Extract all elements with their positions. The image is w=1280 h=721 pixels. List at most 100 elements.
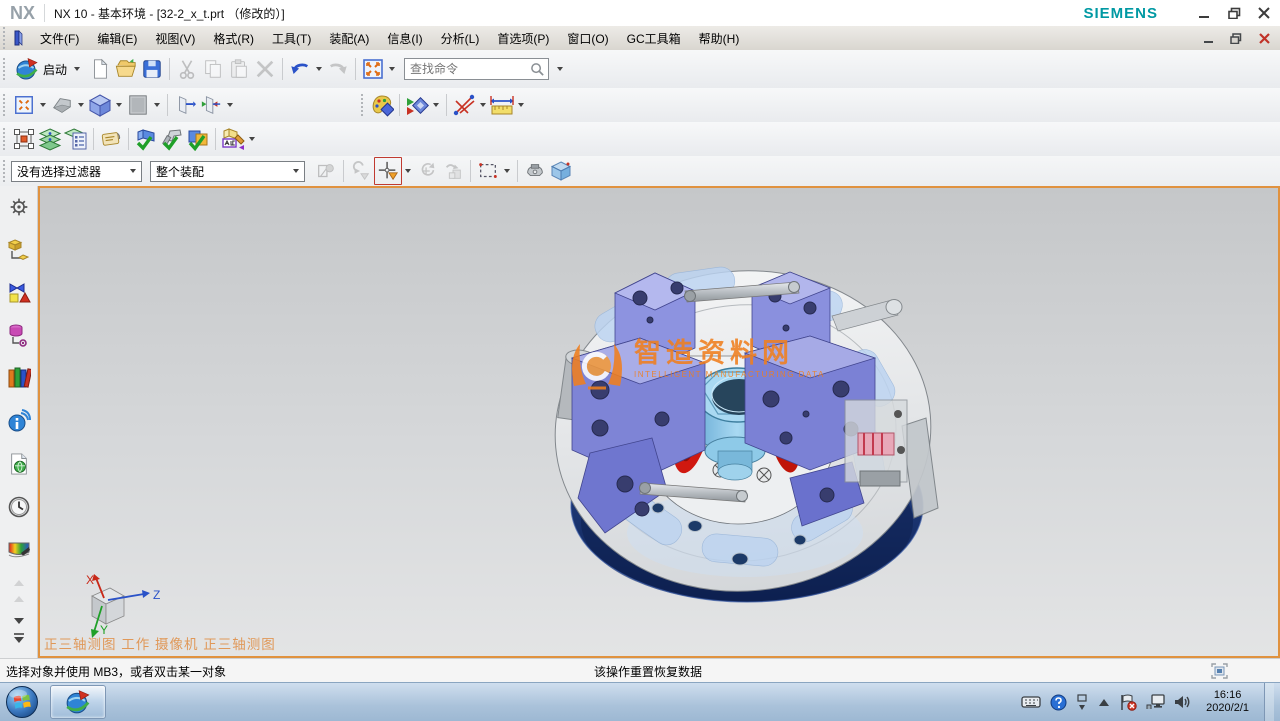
rotate-filter-button[interactable] — [414, 158, 440, 184]
save-button[interactable] — [139, 56, 165, 82]
isometric-view-button[interactable] — [87, 92, 113, 118]
child-restore-button[interactable] — [1228, 31, 1244, 45]
measure-angle-button[interactable] — [451, 92, 477, 118]
annotation-note-button[interactable] — [98, 126, 124, 152]
menu-analysis[interactable]: 分析(L) — [432, 26, 489, 50]
component-chain-button[interactable] — [440, 158, 466, 184]
start-button-orb[interactable] — [4, 684, 40, 720]
role-palette-button[interactable] — [369, 92, 395, 118]
show-desktop-button[interactable] — [1264, 683, 1274, 721]
layer-settings-button[interactable] — [37, 126, 63, 152]
part-navigator-icon[interactable] — [4, 320, 34, 350]
child-close-button[interactable] — [1256, 31, 1272, 45]
menu-view[interactable]: 视图(V) — [146, 26, 204, 50]
restore-button[interactable] — [1226, 6, 1242, 20]
measure-distance-button[interactable] — [489, 92, 515, 118]
toolbar-grip[interactable] — [3, 27, 5, 49]
menu-edit[interactable]: 编辑(E) — [88, 26, 146, 50]
selection-filter-dropdown[interactable]: 没有选择过滤器 — [11, 161, 142, 182]
edit-section-button[interactable] — [198, 92, 224, 118]
menu-preferences[interactable]: 首选项(P) — [488, 26, 558, 50]
dropdown-arrow-icon[interactable] — [78, 103, 84, 107]
window-clip-icon[interactable] — [1211, 663, 1228, 679]
menu-information[interactable]: 信息(I) — [378, 26, 431, 50]
web-page-icon[interactable] — [4, 449, 34, 479]
close-button[interactable] — [1256, 6, 1272, 20]
menu-help[interactable]: 帮助(H) — [690, 26, 749, 50]
expand-down-icon[interactable] — [4, 615, 34, 627]
3d-model-assembly[interactable] — [40, 188, 1278, 656]
fit-window-button[interactable] — [360, 56, 386, 82]
filter-crosshair-button[interactable] — [374, 157, 402, 185]
scroll-up2-icon[interactable] — [4, 593, 34, 605]
assembly-check-button[interactable] — [133, 126, 159, 152]
menu-format[interactable]: 格式(R) — [204, 26, 263, 50]
constraint-check-button[interactable] — [159, 126, 185, 152]
toolbar-grip[interactable] — [3, 160, 5, 182]
redo-button[interactable] — [325, 56, 351, 82]
internet-info-icon[interactable] — [4, 406, 34, 436]
filter-back-button[interactable] — [348, 158, 374, 184]
selection-scope-dropdown[interactable]: 整个装配 — [150, 161, 305, 182]
toolbar-grip[interactable] — [3, 94, 5, 116]
dropdown-arrow-icon[interactable] — [504, 169, 510, 173]
snap-point-button[interactable] — [522, 158, 548, 184]
gear-icon[interactable] — [4, 192, 34, 222]
dropdown-arrow-icon[interactable] — [433, 103, 439, 107]
marquee-select-button[interactable] — [475, 158, 501, 184]
dropdown-arrow-icon[interactable] — [40, 103, 46, 107]
constraint-navigator-icon[interactable] — [4, 278, 34, 308]
show-hide-button[interactable] — [404, 92, 430, 118]
orient-part-button[interactable] — [49, 92, 75, 118]
find-dropdown-arrow-icon[interactable] — [557, 67, 563, 71]
window-switch-icon[interactable] — [1076, 694, 1089, 710]
roles-palette-icon[interactable] — [4, 535, 34, 565]
pin-down-icon[interactable] — [4, 631, 34, 645]
dropdown-arrow-icon[interactable] — [154, 103, 160, 107]
menu-window[interactable]: 窗口(O) — [558, 26, 617, 50]
taskbar-clock[interactable]: 16:16 2020/2/1 — [1200, 689, 1255, 715]
reuse-library-icon[interactable] — [4, 363, 34, 393]
copy-button[interactable] — [200, 56, 226, 82]
fit-dropdown-arrow-icon[interactable] — [389, 67, 395, 71]
delete-button[interactable] — [252, 56, 278, 82]
dropdown-arrow-icon[interactable] — [518, 103, 524, 107]
menu-file[interactable]: 文件(F) — [31, 26, 88, 50]
toolbar-grip[interactable] — [3, 128, 5, 150]
assembly-select-button[interactable] — [313, 158, 339, 184]
clip-section-button[interactable] — [172, 92, 198, 118]
fit-view-button[interactable] — [11, 92, 37, 118]
toolbar-grip[interactable] — [361, 94, 363, 116]
cut-button[interactable] — [174, 56, 200, 82]
menu-gc-toolbox[interactable]: GC工具箱 — [618, 26, 690, 50]
history-icon[interactable] — [4, 492, 34, 522]
shaded-style-button[interactable] — [125, 92, 151, 118]
find-command-input[interactable] — [404, 58, 549, 80]
dropdown-arrow-icon[interactable] — [480, 103, 486, 107]
graphics-window[interactable]: 智造资料网 INTELLIGENT MANUFACTURING DATA X Z… — [38, 186, 1280, 658]
new-file-button[interactable] — [87, 56, 113, 82]
dropdown-arrow-icon[interactable] — [116, 103, 122, 107]
show-hidden-icons-icon[interactable] — [1098, 698, 1110, 707]
action-center-flag-icon[interactable] — [1119, 694, 1137, 711]
toolbar-grip[interactable] — [3, 58, 5, 80]
dropdown-arrow-icon[interactable] — [249, 137, 255, 141]
undo-dropdown-arrow-icon[interactable] — [316, 67, 322, 71]
menu-assemblies[interactable]: 装配(A) — [320, 26, 378, 50]
paste-button[interactable] — [226, 56, 252, 82]
layer-category-button[interactable] — [63, 126, 89, 152]
help-tray-icon[interactable] — [1050, 694, 1067, 711]
input-keyboard-icon[interactable] — [1021, 695, 1041, 709]
child-minimize-button[interactable] — [1200, 31, 1216, 45]
text-edit-button[interactable] — [220, 126, 246, 152]
open-file-button[interactable] — [113, 56, 139, 82]
move-component-button[interactable] — [11, 126, 37, 152]
menu-tools[interactable]: 工具(T) — [263, 26, 320, 50]
dropdown-arrow-icon[interactable] — [227, 103, 233, 107]
volume-icon[interactable] — [1174, 694, 1191, 710]
scroll-up-icon[interactable] — [4, 577, 34, 589]
solid-body-button[interactable] — [548, 158, 574, 184]
dropdown-arrow-icon[interactable] — [405, 169, 411, 173]
network-status-icon[interactable] — [1146, 694, 1165, 710]
nx-taskbar-button[interactable] — [50, 685, 106, 719]
